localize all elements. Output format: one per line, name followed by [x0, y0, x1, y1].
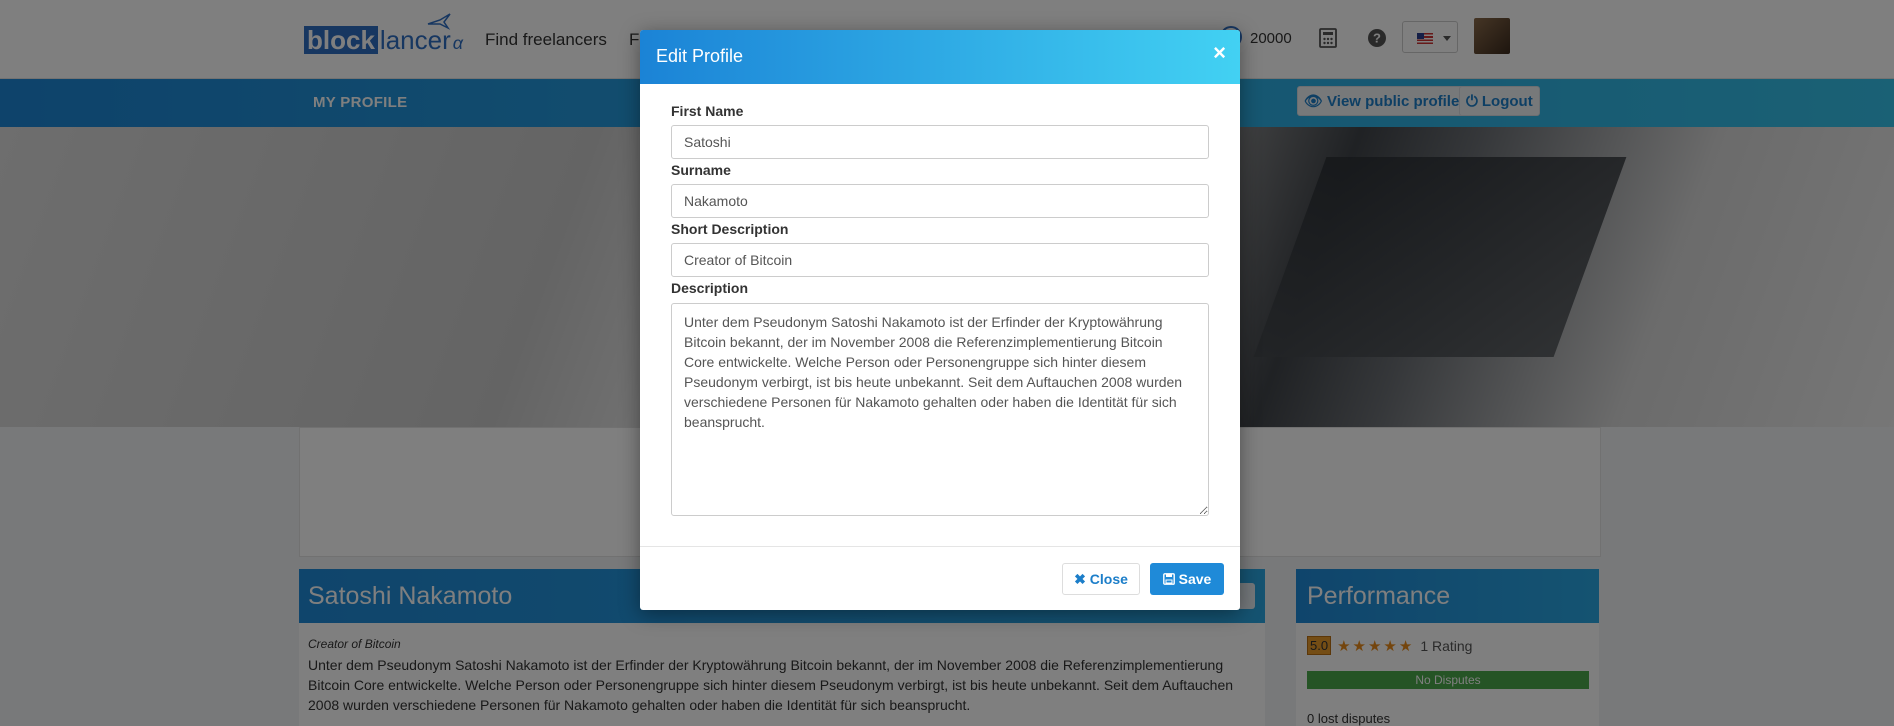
page: block lancer α Find freelancers F 20000 … [0, 0, 1894, 726]
first-name-input[interactable] [671, 125, 1209, 159]
save-button[interactable]: Save [1150, 563, 1224, 595]
save-icon [1162, 573, 1175, 585]
short-description-label: Short Description [671, 221, 789, 237]
close-button[interactable]: ✖ Close [1062, 563, 1140, 595]
modal-footer-divider [640, 546, 1240, 547]
close-button-label: Close [1089, 571, 1128, 587]
modal-title: Edit Profile [656, 46, 744, 66]
save-button-label: Save [1178, 571, 1212, 587]
modal-close-x-icon[interactable]: × [1213, 42, 1226, 64]
surname-label: Surname [671, 162, 731, 178]
short-description-input[interactable] [671, 243, 1209, 277]
description-label: Description [671, 280, 749, 296]
edit-profile-modal: Edit Profile × First Name Surname Short … [640, 30, 1240, 610]
description-textarea[interactable]: Unter dem Pseudonym Satoshi Nakamoto ist… [671, 303, 1209, 516]
modal-header: Edit Profile × [640, 30, 1240, 84]
surname-input[interactable] [671, 184, 1209, 218]
first-name-label: First Name [671, 103, 744, 119]
close-icon: ✖ [1074, 571, 1086, 587]
